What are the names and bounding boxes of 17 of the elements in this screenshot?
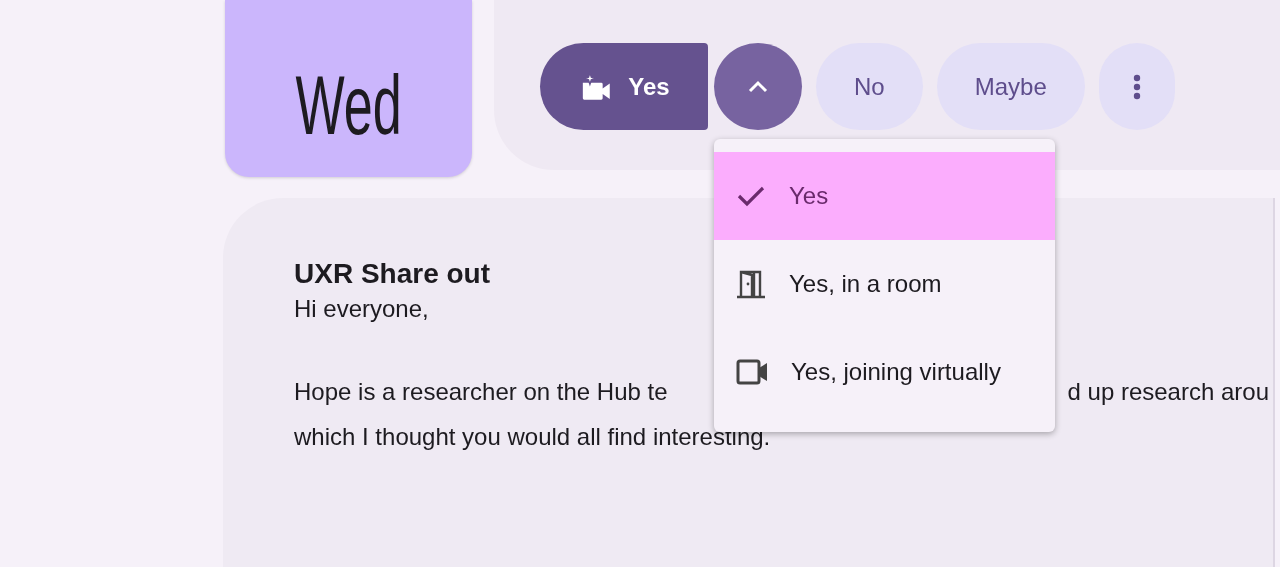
check-icon — [736, 184, 766, 208]
rsvp-button[interactable]: No — [816, 43, 923, 130]
chevron-icon — [747, 79, 769, 94]
event-title: UXR Share out — [294, 257, 491, 291]
video-camera-icon — [736, 359, 768, 385]
rsvp-button[interactable]: Yes — [540, 43, 708, 130]
body-text: Hope is a researcher on the Hub te — [294, 377, 668, 407]
menu-item[interactable]: Yes, joining virtually — [714, 328, 1055, 416]
body-text: which I thought you would all find interesting. — [294, 422, 771, 452]
weekday-label: Wed — [295, 63, 402, 147]
menu-item[interactable]: Yes, in a room — [714, 240, 1055, 328]
door-icon — [736, 269, 766, 299]
more-icon — [1132, 72, 1141, 101]
body-text: d up research arou — [1067, 377, 1269, 407]
rsvp-button[interactable]: Maybe — [936, 43, 1085, 130]
menu-item[interactable]: Yes — [714, 152, 1055, 240]
greeting-text: Hi everyone, — [294, 294, 429, 324]
